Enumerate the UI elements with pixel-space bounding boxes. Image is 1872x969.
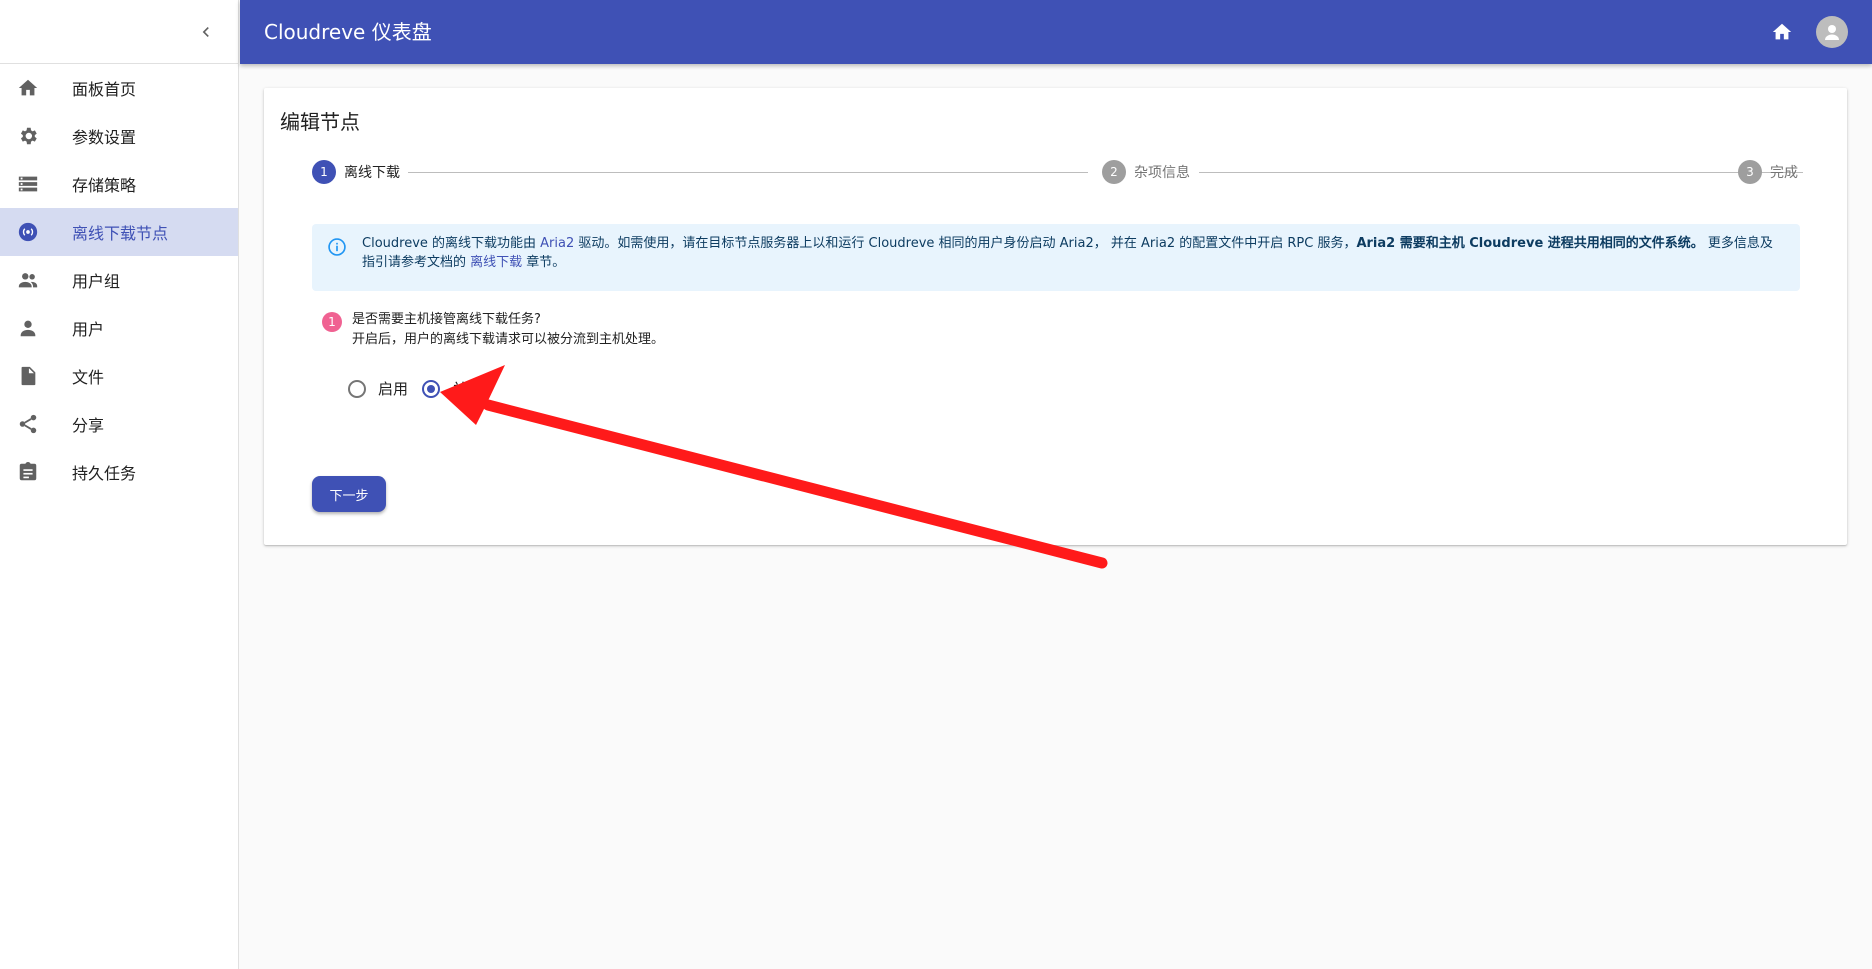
alert-bold-text: Aria2 需要和主机 Cloudreve 进程共用相同的文件系统。	[1356, 236, 1704, 251]
sidebar-item-label: 参数设置	[72, 128, 137, 147]
collapse-sidebar-button[interactable]	[192, 18, 220, 46]
step-misc-info: 2 杂项信息	[1102, 160, 1190, 184]
radio-circle[interactable]	[348, 379, 366, 398]
app-title: Cloudreve 仪表盘	[264, 20, 432, 44]
offline-download-doc-link[interactable]: 离线下载	[470, 255, 522, 270]
disable-radio[interactable]: 关闭	[422, 378, 482, 399]
alert-text: 章节。	[522, 255, 566, 270]
download-node-icon	[16, 220, 40, 244]
sidebar-item-label: 存储策略	[72, 176, 137, 195]
sidebar-item-label: 持久任务	[72, 464, 137, 483]
radio-label: 启用	[378, 380, 409, 398]
sidebar-item-label: 用户	[72, 320, 105, 339]
user-avatar-button[interactable]	[1816, 16, 1848, 48]
step-number: 1	[312, 160, 336, 184]
sidebar-item-label: 文件	[72, 368, 105, 387]
sidebar-item-label: 用户组	[72, 272, 121, 291]
chevron-left-icon	[202, 27, 209, 37]
sidebar-nav: 面板首页 参数设置 存储策略 离线下载节点 用户组 用户 文件 分享 持久任务	[0, 64, 238, 496]
home-icon	[16, 76, 40, 100]
info-alert: Cloudreve 的离线下载功能由 Aria2 驱动。如需使用，请在目标节点服…	[312, 224, 1800, 291]
step-connector	[408, 172, 1088, 173]
edit-node-card: 编辑节点 1 离线下载 2 杂项信息 3 完成 Cloudreve 的离线下载功…	[264, 88, 1847, 545]
file-icon	[16, 364, 40, 388]
sidebar-item-files[interactable]: 文件	[0, 352, 238, 400]
sidebar-item-tasks[interactable]: 持久任务	[0, 448, 238, 496]
page-title: 编辑节点	[280, 110, 360, 134]
sidebar-item-shares[interactable]: 分享	[0, 400, 238, 448]
sidebar-item-dashboard[interactable]: 面板首页	[0, 64, 238, 112]
enable-radio[interactable]: 启用	[348, 378, 408, 399]
aria2-link[interactable]: Aria2	[540, 236, 574, 251]
question-text: 是否需要主机接管离线下载任务? 开启后，用户的离线下载请求可以被分流到主机处理。	[352, 310, 664, 350]
step-label: 离线下载	[344, 165, 400, 181]
radio-label: 关闭	[452, 380, 483, 398]
sidebar-item-users[interactable]: 用户	[0, 304, 238, 352]
step-offline-download: 1 离线下载	[312, 160, 400, 184]
step-connector	[1199, 172, 1803, 173]
task-icon	[16, 460, 40, 484]
group-icon	[16, 268, 40, 292]
share-icon	[16, 412, 40, 436]
radio-circle[interactable]	[422, 379, 441, 398]
step-number: 2	[1102, 160, 1126, 184]
home-button[interactable]	[1766, 16, 1798, 48]
sidebar-item-label: 分享	[72, 416, 105, 435]
info-icon	[327, 237, 347, 263]
sidebar-item-settings[interactable]: 参数设置	[0, 112, 238, 160]
gear-icon	[16, 124, 40, 148]
person-icon	[1825, 25, 1839, 40]
question-description: 开启后，用户的离线下载请求可以被分流到主机处理。	[352, 332, 665, 347]
sidebar-item-download-nodes[interactable]: 离线下载节点	[0, 208, 238, 256]
storage-icon	[16, 172, 40, 196]
step-complete: 3 完成	[1738, 160, 1798, 184]
app-bar: Cloudreve 仪表盘	[240, 0, 1872, 64]
sidebar-item-label: 面板首页	[72, 80, 137, 99]
person-icon	[16, 316, 40, 340]
question-number-badge: 1	[322, 312, 342, 332]
sidebar: 面板首页 参数设置 存储策略 离线下载节点 用户组 用户 文件 分享 持久任务	[0, 0, 239, 969]
home-icon	[1772, 23, 1792, 40]
step-number: 3	[1738, 160, 1762, 184]
sidebar-item-label: 离线下载节点	[72, 224, 169, 243]
sidebar-item-user-groups[interactable]: 用户组	[0, 256, 238, 304]
sidebar-item-storage-policy[interactable]: 存储策略	[0, 160, 238, 208]
master-takeover-radio-group: 启用 关闭	[348, 378, 496, 399]
alert-text: 驱动。如需使用，请在目标节点服务器上以和运行 Cloudreve 相同的用户身份…	[574, 236, 1357, 251]
next-step-button[interactable]: 下一步	[312, 476, 386, 512]
step-label: 完成	[1770, 165, 1798, 181]
step-label: 杂项信息	[1134, 165, 1190, 181]
alert-text: Cloudreve 的离线下载功能由	[362, 236, 541, 251]
question-title: 是否需要主机接管离线下载任务?	[352, 312, 541, 327]
sidebar-header	[0, 0, 238, 64]
stepper: 1 离线下载 2 杂项信息 3 完成	[312, 160, 1803, 184]
